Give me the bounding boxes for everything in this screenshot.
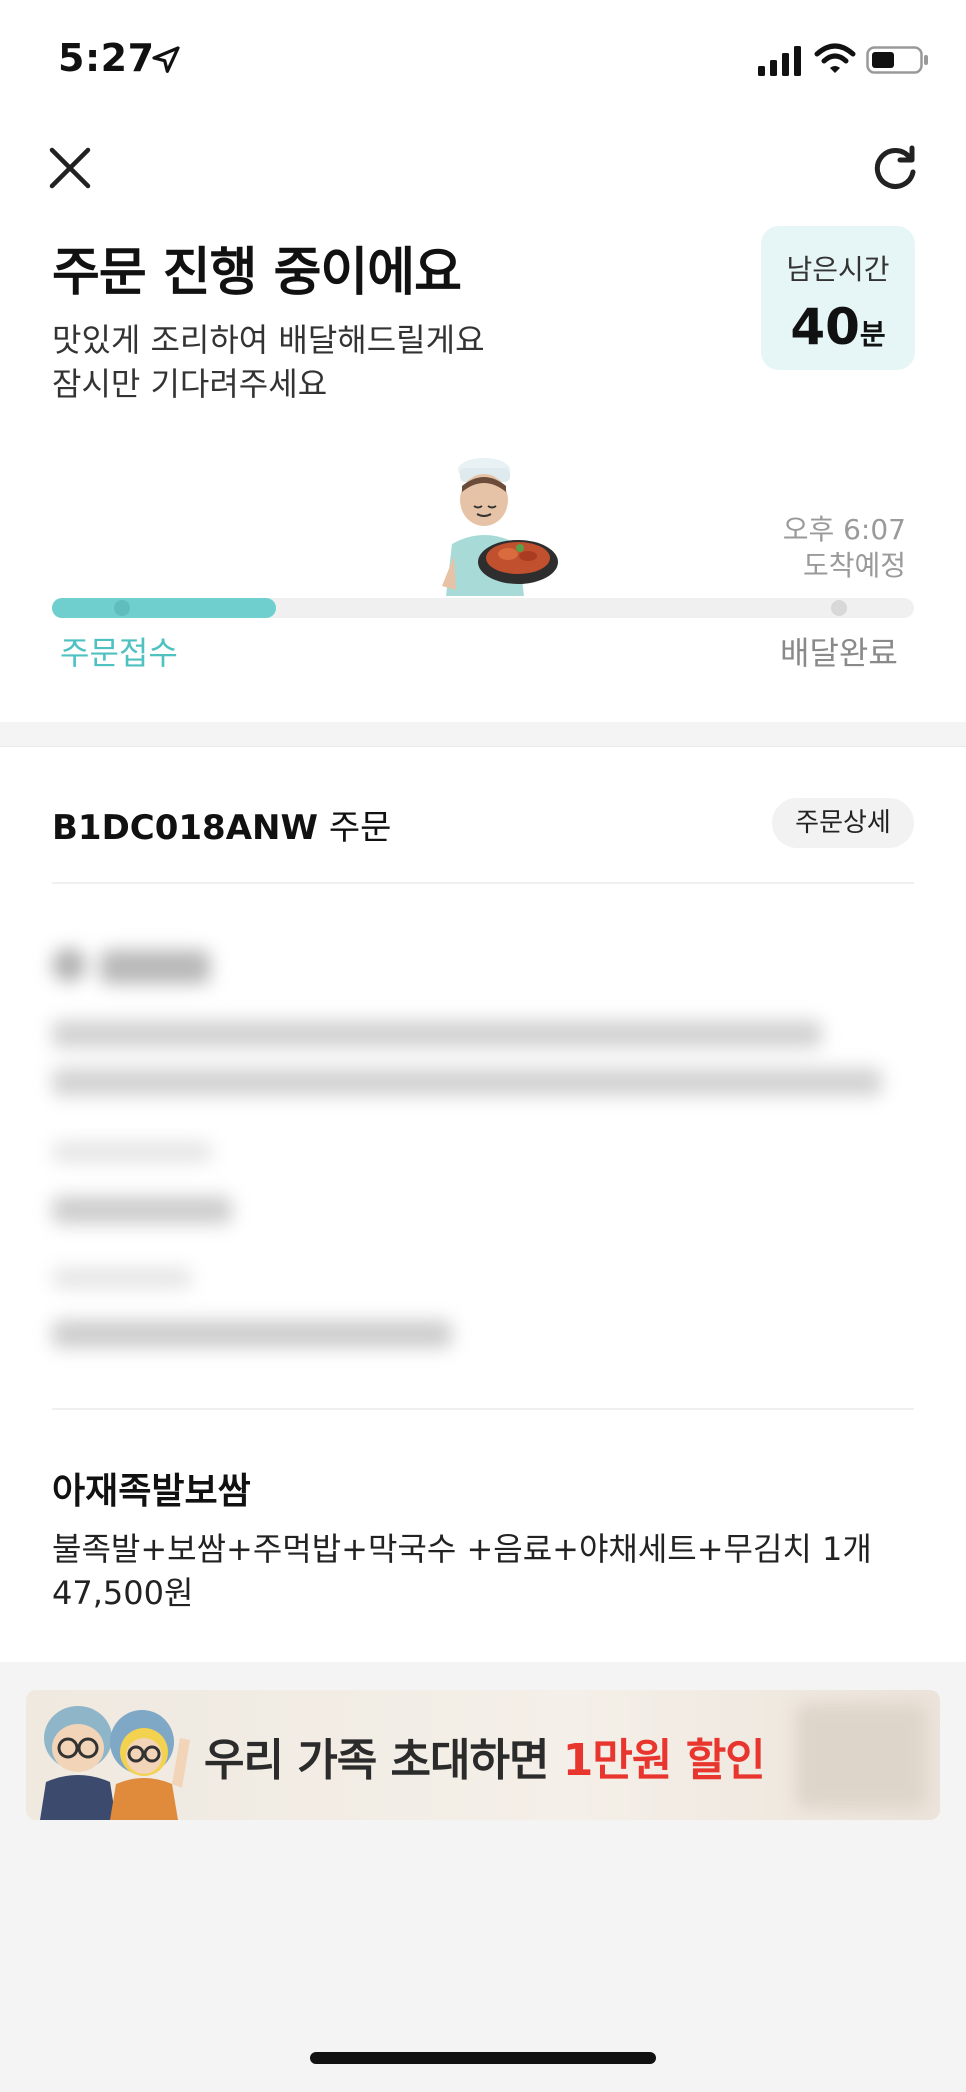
remaining-time-label: 남은시간 [786,253,890,286]
remaining-time-box: 남은시간 40분 [761,226,915,370]
menu-item: 불족발+보쌈+주먹밥+막국수 +음료+야채세트+무김치 1개 [52,1530,872,1568]
signal-icon [758,46,801,76]
status-message-line2: 잠시만 기다려주세요 [52,365,328,403]
invite-promo-banner[interactable]: 우리 가족 초대하면 1만원 할인 [26,1690,940,1820]
status-message-line1: 맛있게 조리하여 배달해드릴게요 [52,321,485,359]
eta: 오후 6:07 도착예정 [760,512,906,584]
status-bar: 5:27 [0,0,966,120]
refresh-icon[interactable] [870,144,920,194]
remaining-time-number: 40 [790,298,860,356]
step-order-received: 주문접수 [60,634,178,672]
eta-time: 오후 6:07 [782,513,906,546]
divider [52,1408,914,1410]
wifi-icon [814,43,856,73]
progress-step-end-dot [831,600,847,616]
family-characters-illustration [40,1706,190,1820]
eta-label: 도착예정 [802,549,906,582]
blurred-delivery-info [52,920,914,1380]
order-number: B1DC018ANW 주문 [52,800,391,849]
location-arrow-icon [152,46,180,73]
delivery-progress-bar [52,598,914,618]
status-message: 맛있게 조리하여 배달해드릴게요 잠시만 기다려주세요 [52,318,612,406]
banner-text: 우리 가족 초대하면 1만원 할인 [204,1724,766,1788]
delivery-progress-fill [52,598,277,618]
remaining-time-value: 40분 [761,298,915,356]
banner-text-prefix: 우리 가족 초대하면 [204,1735,563,1786]
home-indicator[interactable] [310,2052,656,2064]
progress-step-start-dot [114,600,130,616]
banner-text-highlight: 1만원 할인 [562,1735,766,1786]
remaining-time-unit: 분 [859,318,886,351]
status-time: 5:27 [58,36,155,80]
store-name: 아재족발보쌈 [52,1471,251,1512]
battery-icon [866,46,928,74]
page-title: 주문 진행 중이에요 [52,243,462,303]
order-detail-button[interactable]: 주문상세 [772,798,914,848]
banner-background-decoration [796,1704,926,1808]
close-icon[interactable] [48,146,92,190]
step-delivery-complete: 배달완료 [780,634,898,672]
chef-illustration [442,458,558,596]
order-price: 47,500원 [52,1574,194,1612]
order-id-suffix: 주문 [328,808,392,848]
divider [52,882,914,884]
order-id: B1DC018ANW [52,808,318,848]
